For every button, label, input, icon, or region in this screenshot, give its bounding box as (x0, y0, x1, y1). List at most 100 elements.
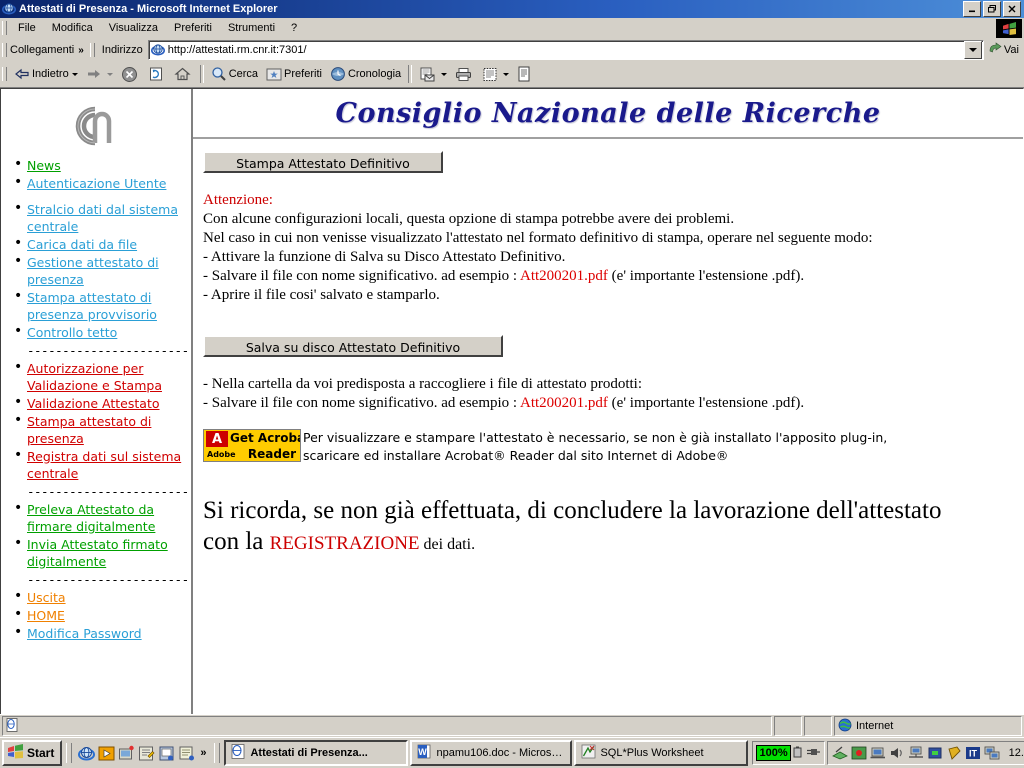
sidebar-item-stampa-attestato-presenza[interactable]: Stampa attestato di presenza (27, 414, 151, 446)
forward-button[interactable] (82, 62, 117, 86)
history-clock-icon (330, 66, 346, 82)
favorites-button[interactable]: Preferiti (262, 62, 326, 86)
edit-button[interactable] (478, 62, 513, 86)
svg-text:IT: IT (969, 749, 978, 759)
forward-dropdown-icon[interactable] (106, 72, 113, 76)
tray-volume-icon[interactable] (889, 745, 905, 761)
ql-notes-icon[interactable] (178, 745, 195, 762)
windows-taskbar: Start » Attestati di Presenza... W npamu… (0, 737, 1024, 768)
warning-block: Attenzione: Con alcune configurazioni lo… (203, 191, 1013, 305)
list-item: Registra dati sul sistema centrale (14, 447, 187, 482)
menu-item-file[interactable]: File (10, 20, 44, 36)
reminder-line-2: con la REGISTRAZIONE dei dati. (203, 526, 1013, 560)
taskbtn-word-label: npamu106.doc - Microso... (436, 747, 566, 759)
tray-laptop-icon[interactable] (870, 745, 886, 761)
close-button[interactable] (1003, 1, 1021, 17)
sidebar-item-invia-attestato[interactable]: Invia Attestato firmato digitalmente (27, 537, 168, 569)
taskbar-clock[interactable]: 12.56 (1003, 747, 1024, 759)
acrobat-badge-get-label: Get Acrobat (230, 431, 300, 445)
address-input[interactable]: http://attestati.rm.cnr.it:7301/ (147, 40, 984, 60)
menu-gripper[interactable] (2, 21, 7, 35)
menu-item-visualizza[interactable]: Visualizza (101, 20, 166, 36)
sidebar-item-preleva-attestato[interactable]: Preleva Attestato da firmare digitalment… (27, 502, 155, 534)
sidebar-item-autenticazione-utente[interactable]: Autenticazione Utente (27, 176, 166, 191)
reminder-line-1: Si ricorda, se non già effettuata, di co… (203, 497, 942, 524)
sidebar-item-carica-dati-da-file[interactable]: Carica dati da file (27, 237, 137, 252)
discuss-button[interactable] (513, 62, 537, 86)
taskbar-button-word[interactable]: W npamu106.doc - Microso... (410, 740, 573, 766)
taskbtn-sqlplus-icon (581, 744, 596, 762)
address-gripper[interactable] (89, 43, 95, 57)
tasks-gripper[interactable] (214, 743, 221, 763)
back-button[interactable]: Indietro (10, 62, 82, 86)
taskbar-button-sqlplus[interactable]: SQL*Plus Worksheet (574, 740, 749, 766)
quicklaunch-gripper[interactable] (66, 743, 73, 763)
ql-program-icon[interactable] (158, 745, 175, 762)
go-label: Vai (1003, 44, 1019, 56)
banner-title: Consiglio Nazionale delle Ricerche (335, 97, 881, 129)
quicklaunch-chevron-icon[interactable]: » (198, 747, 208, 759)
mail-button[interactable] (415, 62, 451, 86)
print-button[interactable] (451, 62, 478, 86)
menu-item-help[interactable]: ? (283, 20, 305, 36)
home-button[interactable] (170, 62, 197, 86)
sidebar-item-gestione-attestato[interactable]: Gestione attestato di presenza (27, 255, 159, 287)
sidebar-item-uscita[interactable]: Uscita (27, 590, 66, 605)
links-gripper[interactable] (2, 43, 7, 57)
tray-shield-icon[interactable] (946, 745, 962, 761)
taskbtn-ie-label: Attestati di Presenza... (250, 747, 368, 759)
tray-alert-icon[interactable] (851, 745, 867, 761)
sidebar-item-validazione-attestato[interactable]: Validazione Attestato (27, 396, 160, 411)
sidebar-item-stampa-provvisorio[interactable]: Stampa attestato di presenza provvisorio (27, 290, 157, 322)
sidebar-item-news[interactable]: News (27, 158, 61, 173)
security-zone-pane[interactable]: Internet (834, 716, 1022, 736)
sidebar-item-autorizzazione-validazione-stampa[interactable]: Autorizzazione per Validazione e Stampa (27, 361, 162, 393)
ql-desktop-icon[interactable] (118, 745, 135, 762)
restore-button[interactable] (983, 1, 1001, 17)
battery-indicator[interactable]: 100% (752, 741, 825, 765)
favorites-label: Preferiti (284, 68, 322, 80)
search-button[interactable]: Cerca (207, 62, 262, 86)
ql-ie-icon[interactable] (78, 745, 96, 762)
sidebar-item-controllo-tetto[interactable]: Controllo tetto (27, 325, 117, 340)
taskbtn-ie-icon (231, 744, 246, 762)
ql-media-player-icon[interactable] (98, 745, 115, 762)
minimize-button[interactable] (963, 1, 981, 17)
toolbar-gripper[interactable] (2, 67, 7, 81)
menu-item-modifica[interactable]: Modifica (44, 20, 101, 36)
tray-display-icon[interactable] (927, 745, 943, 761)
tray-network-icon[interactable] (831, 745, 848, 761)
open-file-line: - Aprire il file cosi' salvato e stampar… (203, 287, 440, 303)
back-label: Indietro (32, 68, 69, 80)
start-button[interactable]: Start (2, 740, 63, 766)
windows-flag-icon (7, 744, 24, 762)
history-button[interactable]: Cronologia (326, 62, 405, 86)
menu-item-preferiti[interactable]: Preferiti (166, 20, 220, 36)
address-dropdown-button[interactable] (963, 41, 982, 59)
sidebar-item-registra-dati[interactable]: Registra dati sul sistema centrale (27, 449, 181, 481)
sidebar-item-modifica-password[interactable]: Modifica Password (27, 626, 142, 641)
taskbtn-sqlplus-label: SQL*Plus Worksheet (600, 747, 704, 759)
stop-button[interactable] (117, 62, 144, 86)
go-button[interactable]: Vai (984, 42, 1024, 58)
status-pane-2 (774, 716, 802, 736)
edit-dropdown-icon[interactable] (503, 72, 510, 76)
sidebar-item-stralcio-dati[interactable]: Stralcio dati dal sistema centrale (27, 202, 178, 234)
tray-computers-icon[interactable] (984, 745, 1000, 761)
refresh-button[interactable] (144, 62, 170, 86)
salva-su-disco-attestato-definitivo-button[interactable]: Salva su disco Attestato Definitivo (203, 335, 503, 357)
links-toolbar-button[interactable]: Collegamenti » (10, 44, 88, 56)
taskbar-button-ie[interactable]: Attestati di Presenza... (224, 740, 409, 766)
stampa-attestato-definitivo-button[interactable]: Stampa Attestato Definitivo (203, 151, 443, 173)
get-acrobat-reader-badge[interactable]: A Get Acrobat Adobe Reader (203, 429, 301, 462)
tray-network-connection-icon[interactable] (908, 745, 924, 761)
mail-dropdown-icon[interactable] (441, 72, 448, 76)
ql-outlook-icon[interactable] (138, 745, 155, 762)
reminder-prefix: con la (203, 528, 270, 555)
tray-it-locale-icon[interactable]: IT (965, 745, 981, 761)
sidebar-item-home[interactable]: HOME (27, 608, 65, 623)
list-item: Controllo tetto (14, 323, 187, 341)
menu-item-strumenti[interactable]: Strumenti (220, 20, 283, 36)
toolbar-separator-2 (408, 65, 413, 83)
back-dropdown-icon[interactable] (71, 72, 78, 76)
